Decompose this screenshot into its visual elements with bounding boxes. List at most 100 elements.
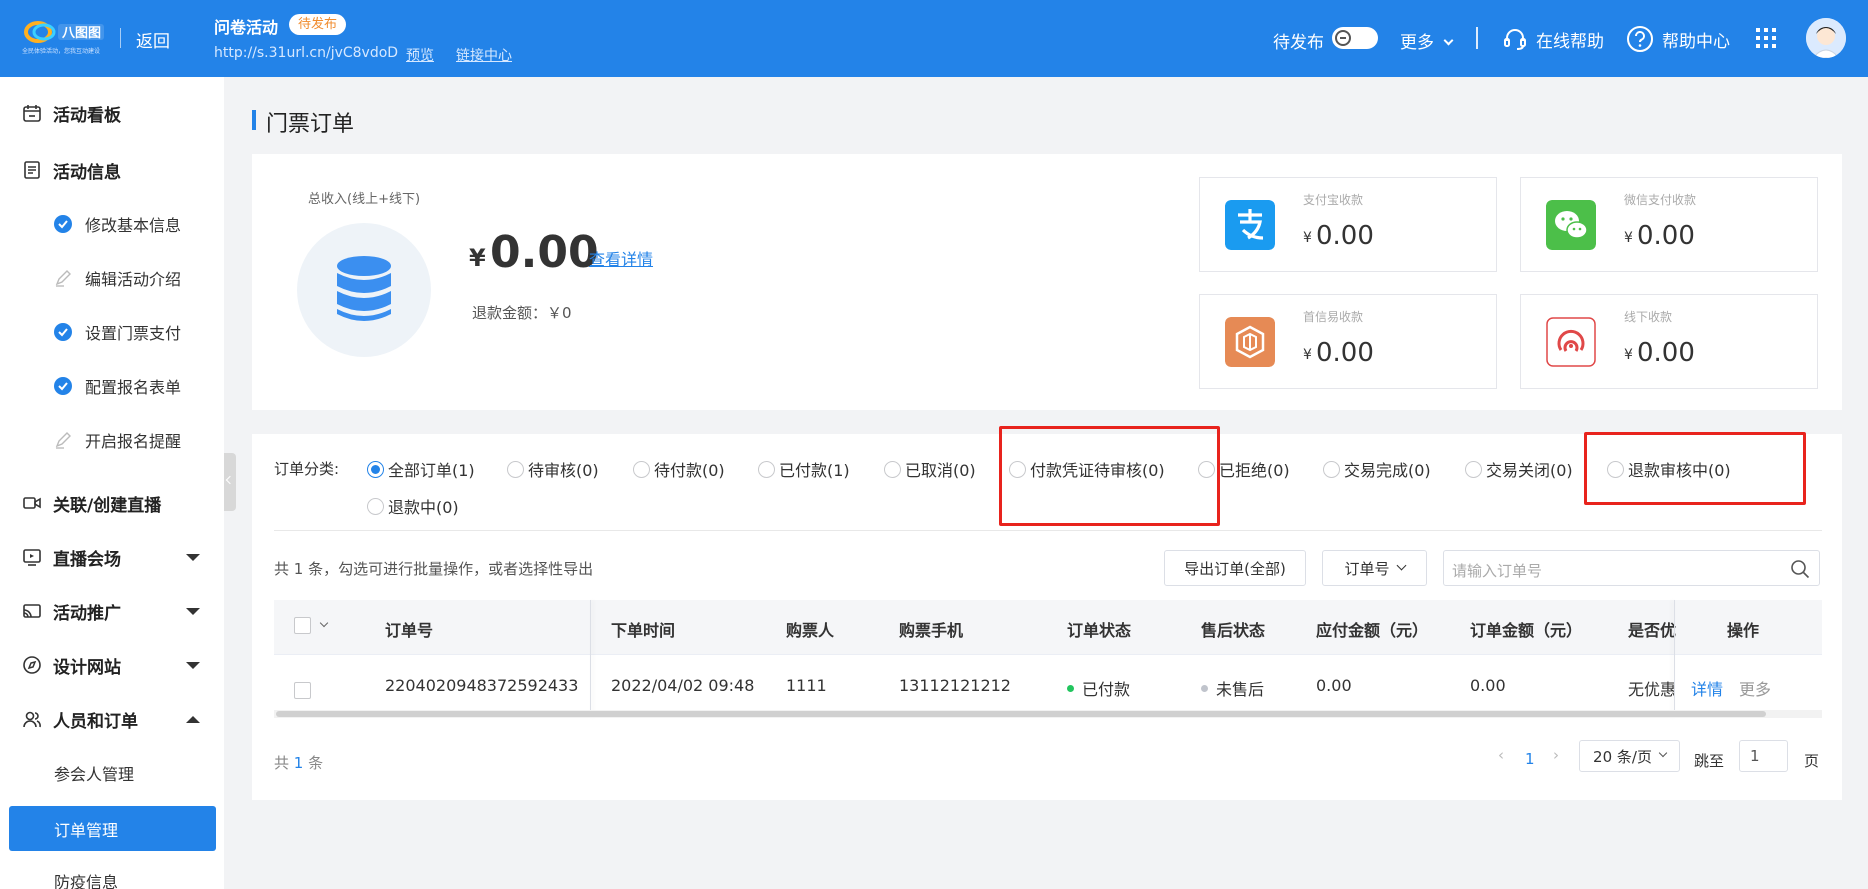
- sidebar-item-live-link[interactable]: 关联/创建直播: [0, 483, 224, 523]
- sidebar-item-design-site[interactable]: 设计网站: [0, 645, 224, 685]
- database-icon-wrap: [297, 223, 431, 357]
- fixed-column-edge: [590, 600, 591, 718]
- radio-dot: [1323, 460, 1340, 478]
- total-income-amount: 0.00: [490, 227, 599, 278]
- filter-option-label: 待付款(0): [654, 461, 725, 480]
- orders-table: 订单号 下单时间 购票人 购票手机 订单状态 售后状态 应付金额（元） 订单金额…: [274, 600, 1822, 718]
- pay-card-label: 首信易收款: [1303, 310, 1364, 324]
- more-menu[interactable]: 更多: [1400, 28, 1454, 53]
- order-status: 已付款: [1067, 676, 1130, 700]
- order-amount: 0.00: [1470, 676, 1506, 695]
- logo-tagline: 全民体验活动，您我互动建设: [22, 48, 101, 55]
- page-1[interactable]: 1: [1525, 750, 1535, 768]
- detail-link[interactable]: 详情: [1691, 676, 1723, 700]
- chevron-down-icon: [186, 553, 200, 561]
- help-center-button[interactable]: 帮助中心: [1626, 24, 1730, 54]
- horizontal-scrollbar[interactable]: [276, 711, 1766, 717]
- filter-radio-cancelled[interactable]: 已取消(0): [884, 457, 976, 481]
- column-header: 订单金额（元）: [1470, 621, 1583, 640]
- alipay-icon: [1225, 200, 1275, 250]
- pencil-icon: [55, 270, 71, 287]
- link-center-link[interactable]: 链接中心: [456, 45, 512, 65]
- radio-dot: [367, 460, 384, 478]
- sidebar-item-registration-form[interactable]: 配置报名表单: [0, 366, 224, 406]
- preview-link[interactable]: 预览: [406, 45, 434, 65]
- filter-radio-pending-review[interactable]: 待审核(0): [507, 457, 599, 481]
- payease-icon: [1225, 317, 1275, 367]
- filter-radio-all[interactable]: 全部订单(1): [367, 457, 475, 481]
- filter-radio-paid[interactable]: 已付款(1): [758, 457, 850, 481]
- pay-card-label: 支付宝收款: [1303, 193, 1364, 207]
- sidebar-item-edit-intro[interactable]: 编辑活动介绍: [0, 258, 224, 298]
- pencil-icon: [55, 432, 71, 449]
- select-all-checkbox[interactable]: [294, 617, 311, 634]
- total-count: 共 1 条: [274, 752, 323, 773]
- filter-label: 订单分类:: [274, 460, 340, 478]
- search-field-label: 订单号: [1344, 559, 1390, 578]
- check-circle-icon: [54, 323, 72, 341]
- sidebar-item-label: 编辑活动介绍: [85, 270, 182, 289]
- online-help-button[interactable]: 在线帮助: [1502, 24, 1604, 54]
- column-header: 售后状态: [1201, 621, 1266, 640]
- currency-symbol: ¥: [1624, 347, 1633, 363]
- income-summary-card: 总收入(线上+线下) ¥ 0.00 查看详情 退款金额：￥0 支付宝收款 ¥ 0…: [252, 154, 1842, 410]
- sidebar-item-reminder[interactable]: 开启报名提醒: [0, 420, 224, 460]
- jump-page-input[interactable]: 1: [1739, 740, 1788, 772]
- next-page-icon[interactable]: ›: [1553, 746, 1559, 764]
- highlight-box: [999, 426, 1220, 526]
- headset-icon: [1504, 29, 1526, 50]
- sidebar-item-epidemic-info[interactable]: 防疫信息: [0, 861, 224, 889]
- sidebar-item-ticket-payment[interactable]: 设置门票支付: [0, 312, 224, 352]
- sidebar-item-people-orders[interactable]: 人员和订单: [0, 699, 224, 739]
- avatar[interactable]: [1806, 18, 1846, 58]
- sidebar-item-label: 参会人管理: [54, 765, 135, 784]
- back-button[interactable]: 返回: [136, 27, 170, 52]
- sidebar-item-label: 人员和订单: [53, 711, 138, 732]
- payable-amount: 0.00: [1316, 676, 1352, 695]
- order-number: 2204020948372592433: [385, 676, 579, 695]
- page-size-select[interactable]: 20 条/页: [1579, 740, 1680, 772]
- prev-page-icon[interactable]: ‹: [1498, 746, 1504, 764]
- pay-card-amount: 0.00: [1316, 338, 1374, 368]
- apps-grid-icon[interactable]: [1756, 28, 1776, 48]
- row-checkbox[interactable]: [294, 682, 311, 699]
- sidebar-item-live-venue[interactable]: 直播会场: [0, 537, 224, 577]
- sidebar-item-basic-info[interactable]: 修改基本信息: [0, 204, 224, 244]
- filter-radio-completed[interactable]: 交易完成(0): [1323, 457, 1431, 481]
- logo[interactable]: 八图图 全民体验活动，您我互动建设: [22, 18, 108, 58]
- sidebar-item-label: 活动推广: [53, 603, 121, 624]
- filter-radio-refunding[interactable]: 退款中(0): [367, 494, 459, 518]
- chevron-down-icon: [1658, 748, 1668, 758]
- discount-status: 无优惠: [1628, 680, 1677, 699]
- cast-icon: [23, 604, 41, 618]
- column-header: 购票手机: [899, 621, 964, 640]
- pay-card-label: 线下收款: [1624, 310, 1673, 324]
- sidebar-item-attendees[interactable]: 参会人管理: [0, 753, 224, 793]
- help-center-label: 帮助中心: [1662, 31, 1730, 52]
- sidebar-item-label: 订单管理: [54, 820, 119, 840]
- column-header: 购票人: [786, 621, 835, 640]
- column-header: 应付金额（元）: [1316, 621, 1429, 640]
- search-field-select[interactable]: 订单号: [1322, 550, 1427, 586]
- order-search-input[interactable]: 请输入订单号: [1443, 550, 1820, 586]
- sidebar-item-activity-info[interactable]: 活动信息: [0, 150, 224, 190]
- sidebar-item-order-management[interactable]: 订单管理: [9, 806, 216, 851]
- selection-hint: 共 1 条，勾选可进行批量操作，或者选择性导出: [274, 560, 594, 578]
- filter-radio-pending-payment[interactable]: 待付款(0): [633, 457, 725, 481]
- publish-toggle[interactable]: [1332, 27, 1378, 49]
- event-url[interactable]: http://s.31url.cn/jvC8vdoD: [214, 45, 398, 61]
- more-actions-link[interactable]: 更多: [1739, 676, 1771, 700]
- divider: [274, 530, 1822, 531]
- radio-dot: [367, 497, 384, 515]
- row-divider: [274, 654, 1822, 655]
- sidebar-item-promotion[interactable]: 活动推广: [0, 591, 224, 631]
- view-details-link[interactable]: 查看详情: [589, 246, 653, 270]
- sidebar-item-dashboard[interactable]: 活动看板: [0, 93, 224, 133]
- sidebar-item-label: 开启报名提醒: [85, 432, 182, 451]
- search-icon[interactable]: [1790, 559, 1810, 579]
- sidebar-item-label: 设置门票支付: [85, 324, 182, 343]
- sidebar-collapse-handle[interactable]: [224, 453, 236, 511]
- filter-radio-closed[interactable]: 交易关闭(0): [1465, 457, 1573, 481]
- export-orders-button[interactable]: 导出订单(全部): [1164, 550, 1306, 586]
- sidebar-item-label: 修改基本信息: [85, 216, 182, 235]
